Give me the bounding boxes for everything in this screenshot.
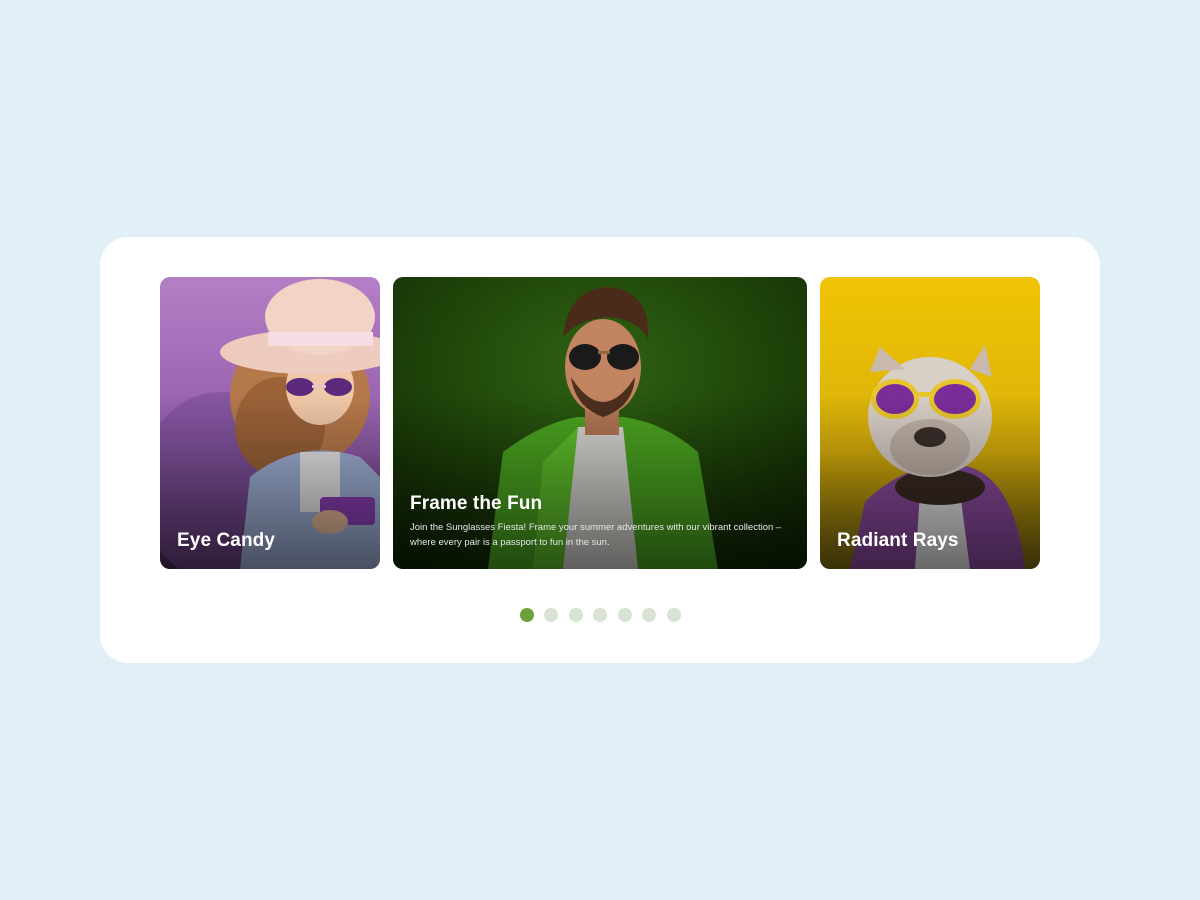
slide-title: Frame the Fun — [410, 493, 543, 514]
pagination-dot-4[interactable] — [593, 608, 607, 622]
pagination-dot-3[interactable] — [568, 608, 583, 622]
pagination-dot-7[interactable] — [666, 608, 681, 622]
pagination-dot-6[interactable] — [642, 608, 656, 622]
slide-card-eye-candy[interactable]: Eye Candy — [160, 277, 380, 569]
pagination-dot-1[interactable] — [519, 608, 534, 622]
carousel-panel: Eye Candy Frame the Fun Join the Sunglas… — [100, 237, 1100, 663]
carousel-pagination — [100, 608, 1100, 622]
pagination-dot-2[interactable] — [544, 608, 558, 622]
pagination-dot-5[interactable] — [617, 608, 632, 622]
slide-title: Eye Candy — [177, 530, 276, 551]
slide-title: Radiant Rays — [837, 530, 959, 551]
slide-card-radiant-rays[interactable]: Radiant Rays — [820, 277, 1040, 569]
slide-description: Join the Sunglasses Fiesta! Frame your s… — [410, 522, 782, 548]
slide-card-frame-the-fun[interactable]: Frame the Fun Join the Sunglasses Fiesta… — [393, 277, 807, 569]
